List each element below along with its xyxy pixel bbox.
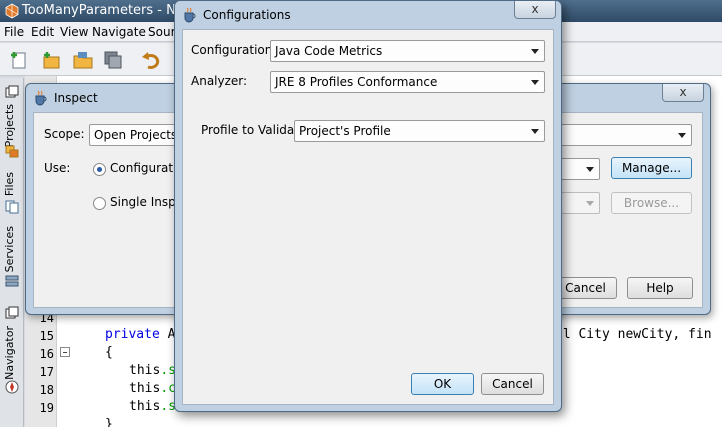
menu-view[interactable]: View: [60, 25, 88, 39]
help-button[interactable]: Help: [627, 277, 693, 299]
menu-edit[interactable]: Edit: [31, 25, 54, 39]
side-tab-projects-label: Projects: [3, 104, 16, 148]
code-text: this: [129, 363, 161, 378]
side-tab-services[interactable]: Services: [2, 224, 22, 290]
code-text: this: [129, 399, 161, 414]
side-tab-navigator[interactable]: Navigator: [2, 304, 22, 400]
config-cancel-button[interactable]: Cancel: [481, 373, 544, 395]
compass-icon: [5, 380, 19, 394]
netbeans-app-icon: [5, 3, 19, 19]
undo-icon[interactable]: [140, 49, 162, 71]
inspect-cancel-button[interactable]: Cancel: [554, 277, 617, 299]
browse-button: Browse...: [611, 192, 692, 214]
configurations-select[interactable]: Java Code Metrics: [270, 40, 545, 62]
code-fold-toggle[interactable]: [60, 347, 70, 357]
line-number: 18: [39, 383, 54, 397]
use-label: Use:: [44, 161, 71, 175]
side-tab-panel: Projects Files Services Navigator: [0, 78, 24, 427]
analyzer-label: Analyzer:: [191, 74, 248, 88]
window-icon: [5, 85, 19, 98]
services-icon: [5, 275, 19, 287]
configurations-titlebar[interactable]: Configurations x: [175, 1, 561, 29]
analyzer-value: JRE 8 Profiles Conformance: [275, 75, 438, 89]
code-line-15: {: [105, 345, 113, 360]
code-line-14: private A: [105, 327, 175, 342]
configurations-close-button[interactable]: x: [514, 1, 556, 19]
configurations-label: Configurations:: [191, 43, 283, 57]
configurations-value: Java Code Metrics: [275, 44, 383, 58]
configuration-radio[interactable]: [93, 163, 106, 176]
chevron-down-icon: [678, 133, 686, 138]
configurations-body: Configurations: Java Code Metrics Analyz…: [182, 29, 554, 405]
chevron-down-icon: [531, 80, 539, 85]
configurations-title: Configurations: [203, 8, 291, 22]
projects-icon: [5, 145, 19, 158]
side-tab-navigator-label: Navigator: [3, 326, 16, 380]
new-project-icon[interactable]: [40, 49, 62, 71]
save-all-icon[interactable]: [102, 49, 124, 71]
menu-source[interactable]: Sour: [148, 25, 176, 39]
files-icon: [5, 200, 19, 214]
line-number: 17: [39, 365, 54, 379]
configurations-dialog: Configurations x Configurations: Java Co…: [174, 0, 562, 412]
inspect-close-button[interactable]: x: [662, 84, 704, 102]
chevron-down-icon: [586, 167, 594, 172]
line-number: 19: [39, 401, 54, 415]
scope-value: Open Projects: [94, 128, 178, 142]
inspect-title: Inspect: [54, 91, 98, 105]
java-cup-icon: [184, 7, 196, 23]
profile-select[interactable]: Project's Profile: [294, 120, 545, 142]
side-tab-files[interactable]: Files: [2, 170, 22, 216]
line-number: 15: [39, 329, 54, 343]
code-line-18: this.s: [129, 399, 176, 414]
side-tab-files-label: Files: [3, 172, 16, 197]
open-project-icon[interactable]: [72, 49, 94, 71]
chevron-down-icon: [586, 201, 594, 206]
chevron-down-icon: [531, 129, 539, 134]
window-icon: [5, 306, 19, 319]
analyzer-select[interactable]: JRE 8 Profiles Conformance: [270, 71, 545, 93]
profile-value: Project's Profile: [299, 124, 391, 138]
keyword: private: [105, 327, 160, 342]
code-line-19: }: [105, 417, 113, 427]
side-tab-services-label: Services: [3, 226, 16, 273]
chevron-down-icon: [531, 49, 539, 54]
code-line-14-tail: al City newCity, fin: [555, 327, 712, 342]
java-cup-icon: [35, 90, 47, 106]
configuration-radio-label[interactable]: Configuratio: [110, 161, 184, 175]
new-file-icon[interactable]: [8, 49, 30, 71]
code-line-17: this.c: [129, 381, 176, 396]
code-text: this: [129, 381, 161, 396]
ok-button[interactable]: OK: [411, 373, 474, 395]
line-number: 16: [39, 347, 54, 361]
side-tab-projects[interactable]: Projects: [2, 82, 22, 158]
manage-button[interactable]: Manage...: [611, 157, 692, 179]
code-line-16: this.s: [129, 363, 176, 378]
menu-navigate[interactable]: Navigate: [92, 25, 146, 39]
single-inspection-radio[interactable]: [93, 197, 106, 210]
scope-label: Scope:: [44, 127, 85, 141]
menu-file[interactable]: File: [4, 25, 24, 39]
